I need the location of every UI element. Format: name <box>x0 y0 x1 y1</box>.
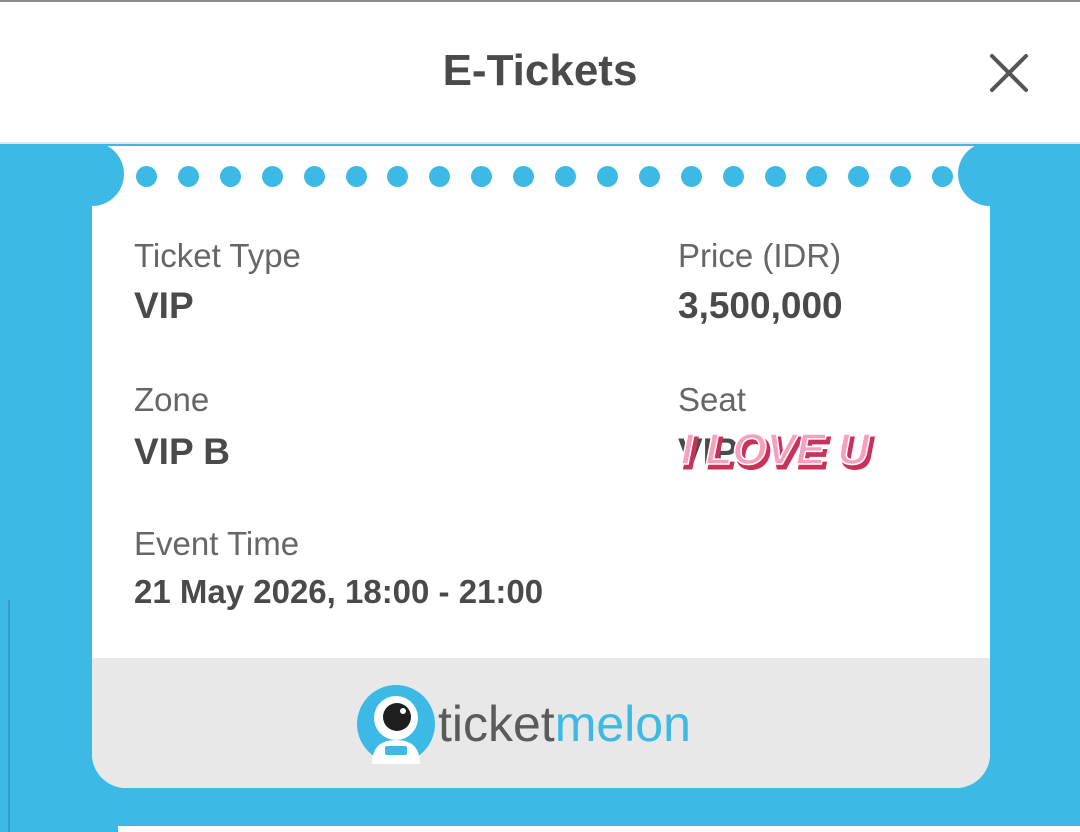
perforation-dot <box>345 166 367 187</box>
perforation-dot <box>638 166 660 187</box>
perforation-dot <box>303 166 325 187</box>
event-time-value: 21 May 2026, 18:00 - 21:00 <box>134 573 544 610</box>
next-ticket-edge <box>118 826 1080 832</box>
ticketmelon-logo: ticketmelon <box>356 684 736 764</box>
ticket-footer: ticketmelon <box>92 658 990 788</box>
perforation-dot <box>555 166 576 187</box>
sticker-text: I LOVE U <box>681 426 870 474</box>
perforation-dot <box>932 166 954 187</box>
header: E-Tickets <box>0 2 1080 144</box>
perforation-dot <box>848 166 870 187</box>
ticket-type-value: VIP <box>134 285 194 326</box>
logo-text-melon: melon <box>554 696 691 752</box>
ticket-notch-right <box>958 146 990 206</box>
perforation-dot <box>680 166 702 187</box>
perforation-dot <box>261 166 283 187</box>
perforation-dot <box>764 166 786 187</box>
love-sticker: I LOVE U I LOVE U <box>678 426 898 478</box>
close-button[interactable] <box>980 48 1036 104</box>
close-icon <box>990 54 1028 92</box>
perforation-dot <box>387 166 409 187</box>
perforation-dot <box>722 166 744 187</box>
seat-label: Seat <box>678 381 746 418</box>
event-time-label: Event Time <box>134 525 300 562</box>
perforation-dot <box>136 166 157 187</box>
logo-text-ticket: ticket <box>438 696 555 752</box>
price-value: 3,500,000 <box>678 285 843 326</box>
perforation-dot <box>890 166 912 187</box>
divider <box>8 600 10 832</box>
ticket-notch-left <box>92 146 124 206</box>
astronaut-icon <box>357 685 435 764</box>
perforation-dot <box>177 166 199 187</box>
perforation-dot <box>596 166 618 187</box>
zone-label: Zone <box>134 381 210 418</box>
perforation-dot <box>219 166 241 187</box>
perforation-dots <box>136 166 956 188</box>
page-title: E-Tickets <box>442 46 638 95</box>
logo-text: ticketmelon <box>438 696 691 752</box>
perforation-dot <box>513 166 535 187</box>
zone-value: VIP B <box>134 431 230 472</box>
perforation-dot <box>429 166 451 187</box>
perforation-dot <box>806 166 828 187</box>
price-label: Price (IDR) <box>678 237 842 274</box>
ticket-type-label: Ticket Type <box>134 237 301 274</box>
perforation-dot <box>471 166 493 187</box>
e-ticket-card[interactable]: Ticket Type VIP Price (IDR) 3,500,000 Zo… <box>92 146 990 788</box>
